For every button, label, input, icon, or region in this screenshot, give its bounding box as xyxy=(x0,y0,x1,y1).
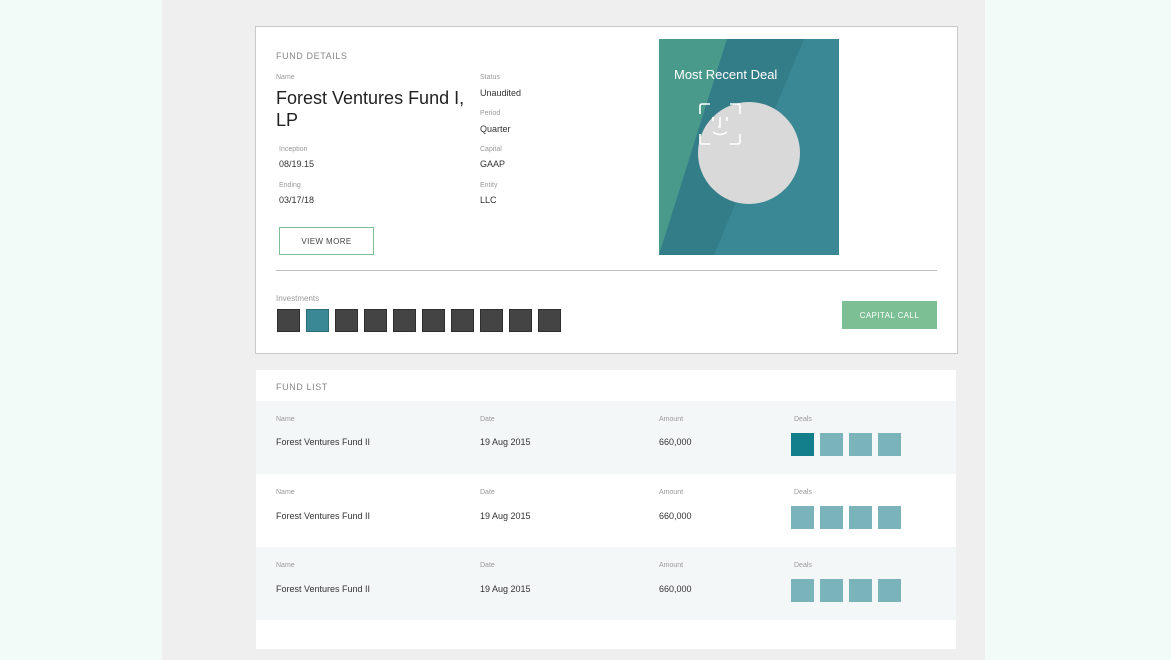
table-row[interactable]: Name Forest Ventures Fund II Date 19 Aug… xyxy=(256,547,956,620)
deal-square[interactable] xyxy=(820,433,843,456)
investment-square[interactable] xyxy=(538,309,561,332)
row-amount-value: 660,000 xyxy=(659,511,692,521)
deal-square[interactable] xyxy=(878,433,901,456)
row-date-value: 19 Aug 2015 xyxy=(480,437,531,447)
investment-square[interactable] xyxy=(509,309,532,332)
row-date-label: Date xyxy=(480,489,495,496)
row-deal-squares xyxy=(791,579,901,602)
row-amount-label: Amount xyxy=(659,416,684,423)
row-deals-label: Deals xyxy=(794,562,812,569)
investments-row xyxy=(277,309,561,332)
entity-label: Entity xyxy=(480,182,498,189)
row-deal-squares xyxy=(791,433,901,456)
row-date-label: Date xyxy=(480,562,495,569)
status-value: Unaudited xyxy=(480,88,522,98)
fund-name: Forest Ventures Fund I, LP xyxy=(276,88,465,130)
capital-value: GAAP xyxy=(480,159,506,169)
inception-label: Inception xyxy=(279,146,308,153)
fund-details-card: FUND DETAILS Name Forest Ventures Fund I… xyxy=(255,26,958,354)
fund-list-title: FUND LIST xyxy=(276,382,328,392)
inception-value: 08/19.15 xyxy=(279,159,315,169)
row-name-label: Name xyxy=(276,489,295,496)
investments-label: Investments xyxy=(276,294,320,303)
deal-square[interactable] xyxy=(820,506,843,529)
deal-square[interactable] xyxy=(791,506,814,529)
row-name-value: Forest Ventures Fund II xyxy=(276,511,371,521)
table-row[interactable]: Name Forest Ventures Fund II Date 19 Aug… xyxy=(256,401,956,474)
investment-square[interactable] xyxy=(393,309,416,332)
entity-value: LLC xyxy=(480,195,497,205)
row-deal-squares xyxy=(791,506,901,529)
face-scan-icon xyxy=(699,103,741,145)
row-amount-label: Amount xyxy=(659,562,684,569)
period-value: Quarter xyxy=(480,124,511,134)
investment-square[interactable] xyxy=(335,309,358,332)
row-date-label: Date xyxy=(480,416,495,423)
deal-square[interactable] xyxy=(878,579,901,602)
investment-square[interactable] xyxy=(306,309,329,332)
capital-call-button[interactable]: CAPITAL CALL xyxy=(842,301,937,329)
row-date-value: 19 Aug 2015 xyxy=(480,511,531,521)
investment-square[interactable] xyxy=(422,309,445,332)
row-deals-label: Deals xyxy=(794,489,812,496)
row-amount-value: 660,000 xyxy=(659,437,692,447)
deal-avatar xyxy=(698,102,800,204)
row-name-label: Name xyxy=(276,562,295,569)
status-label: Status xyxy=(480,74,500,81)
deal-square[interactable] xyxy=(791,433,814,456)
fund-details-title: FUND DETAILS xyxy=(276,51,348,61)
row-deals-label: Deals xyxy=(794,416,812,423)
section-divider xyxy=(276,270,937,271)
row-name-label: Name xyxy=(276,416,295,423)
fund-list-card: FUND LIST Name Forest Ventures Fund II D… xyxy=(256,370,956,649)
investment-square[interactable] xyxy=(480,309,503,332)
row-amount-value: 660,000 xyxy=(659,584,692,594)
investment-square[interactable] xyxy=(451,309,474,332)
ending-label: Ending xyxy=(279,182,301,189)
most-recent-deal-title: Most Recent Deal xyxy=(674,67,778,82)
investment-square[interactable] xyxy=(364,309,387,332)
deal-square[interactable] xyxy=(849,433,872,456)
deal-square[interactable] xyxy=(791,579,814,602)
investment-square[interactable] xyxy=(277,309,300,332)
period-label: Period xyxy=(480,110,501,117)
row-name-value: Forest Ventures Fund II xyxy=(276,584,371,594)
row-name-value: Forest Ventures Fund II xyxy=(276,437,371,447)
deal-square[interactable] xyxy=(849,579,872,602)
ending-value: 03/17/18 xyxy=(279,195,315,205)
table-row[interactable]: Name Forest Ventures Fund II Date 19 Aug… xyxy=(256,474,956,547)
name-label: Name xyxy=(276,74,295,81)
deal-square[interactable] xyxy=(878,506,901,529)
row-date-value: 19 Aug 2015 xyxy=(480,584,531,594)
deal-square[interactable] xyxy=(820,579,843,602)
most-recent-deal-card[interactable]: Most Recent Deal xyxy=(659,39,839,255)
view-more-button[interactable]: VIEW MORE xyxy=(279,227,374,255)
row-amount-label: Amount xyxy=(659,489,684,496)
capital-label: Capital xyxy=(480,146,502,153)
deal-square[interactable] xyxy=(849,506,872,529)
